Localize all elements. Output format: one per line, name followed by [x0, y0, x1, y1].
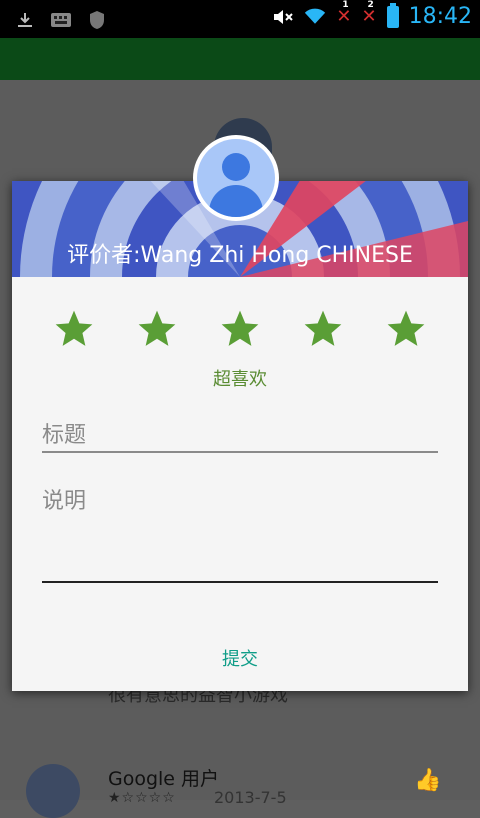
shield-icon: [86, 9, 108, 31]
review-stars: ★☆☆☆☆: [108, 790, 176, 806]
star-rating: [52, 307, 428, 351]
reviewer-name: 评价者:Wang Zhi Hong CHINESE: [67, 243, 413, 268]
star-5-icon[interactable]: [384, 307, 428, 351]
review-item: Google 用户 ★☆☆☆☆ 2013-7-5 👍: [0, 752, 480, 818]
reviewer-avatar: [193, 135, 279, 221]
reviewer-avatar: [26, 764, 80, 818]
star-2-icon[interactable]: [135, 307, 179, 351]
rating-label: 超喜欢: [213, 369, 267, 390]
mute-icon: [272, 6, 294, 28]
signal-1-icon: ✕ 1: [336, 0, 352, 27]
submit-button[interactable]: 提交: [12, 645, 468, 671]
clock: 18:42: [408, 4, 472, 29]
star-4-icon[interactable]: [301, 307, 345, 351]
app-header: [0, 38, 480, 80]
keyboard-icon: [50, 9, 72, 31]
download-icon: [14, 9, 36, 31]
battery-icon: [386, 2, 399, 28]
star-1-icon[interactable]: [52, 307, 96, 351]
thumbs-up-down-icon[interactable]: 👍: [414, 768, 441, 794]
signal-2-icon: ✕ 2: [361, 0, 377, 27]
review-description-input[interactable]: 说明: [42, 483, 438, 583]
star-3-icon[interactable]: [218, 307, 262, 351]
review-title-input[interactable]: 标题: [42, 417, 438, 453]
rate-review-dialog: 评价者:Wang Zhi Hong CHINESE 超喜欢 标题 说明 提交: [12, 135, 468, 691]
review-date: 2013-7-5: [214, 788, 287, 807]
review-author: Google 用户: [108, 768, 220, 790]
status-bar: ✕ 1 ✕ 2 18:42: [0, 0, 480, 38]
wifi-icon: [304, 6, 326, 28]
